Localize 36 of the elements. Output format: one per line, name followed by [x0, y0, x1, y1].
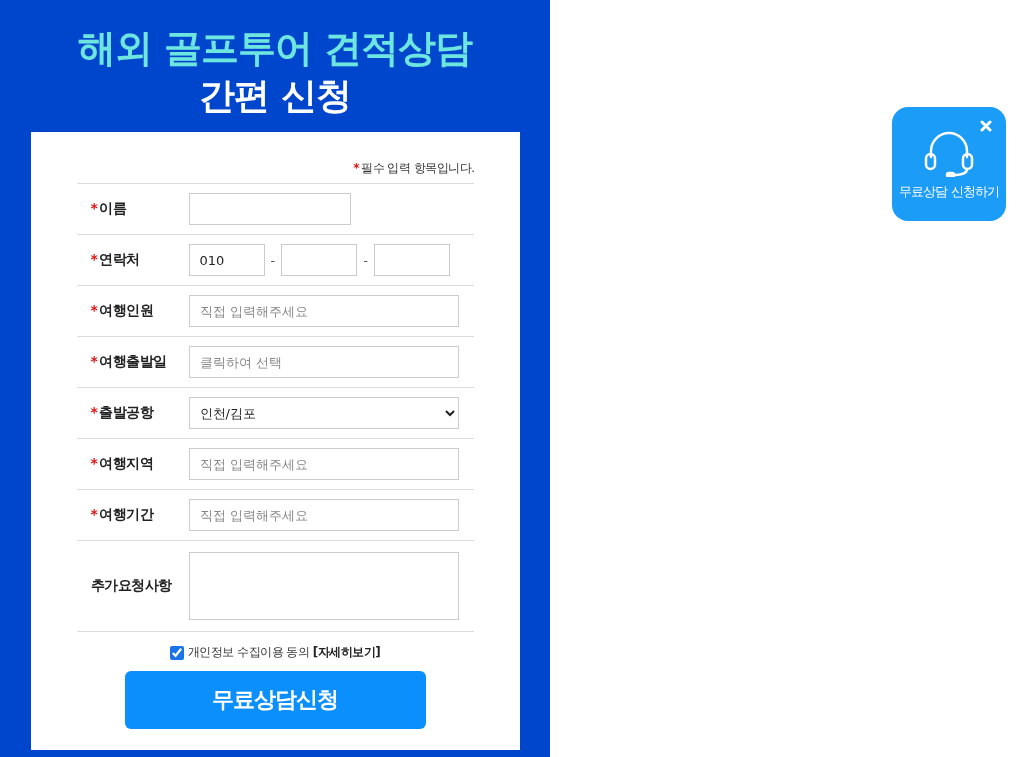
- dash-separator: -: [363, 252, 368, 268]
- dash-separator: -: [270, 252, 276, 268]
- required-mark: *: [353, 161, 360, 175]
- phone-input-field[interactable]: [281, 244, 358, 276]
- field-label: 여행지역: [99, 455, 154, 471]
- text-input-field[interactable]: 직접 입력해주세요: [188, 499, 459, 531]
- consent-checkbox[interactable]: [169, 645, 184, 660]
- field-label: 추가요청사항: [90, 577, 172, 593]
- form-title: 해외 골프투어 견적상담: [77, 25, 473, 72]
- required-mark: *: [90, 251, 98, 267]
- close-icon[interactable]: [980, 120, 992, 132]
- text-input-field[interactable]: 클릭하여 선택: [188, 346, 459, 378]
- field-label: 여행출발일: [99, 353, 167, 369]
- airport-select[interactable]: 인천/김포: [188, 397, 459, 429]
- required-mark: *: [90, 455, 98, 471]
- required-note: 필수 입력 항목입니다.: [361, 161, 475, 175]
- details-link[interactable]: [자세히보기]: [312, 645, 381, 659]
- widget-label: 무료상담 신청하기: [899, 183, 999, 201]
- required-mark: *: [90, 404, 98, 420]
- required-mark: *: [90, 353, 98, 369]
- request-textarea[interactable]: [188, 552, 459, 620]
- required-mark: *: [90, 200, 98, 216]
- phone-input-field[interactable]: 010: [188, 244, 265, 276]
- consent-text: 개인정보 수집이용 동의 [자세히보기]: [187, 644, 381, 661]
- text-input-field[interactable]: 직접 입력해주세요: [188, 295, 459, 327]
- field-label: 여행인원: [99, 302, 154, 318]
- phone-input-field[interactable]: [373, 244, 450, 276]
- required-mark: *: [90, 506, 98, 522]
- text-input-field[interactable]: 직접 입력해주세요: [188, 448, 459, 480]
- text-input-field[interactable]: [188, 193, 351, 225]
- form-subtitle: 간편 신청: [199, 74, 351, 118]
- field-label: 출발공항: [99, 404, 154, 420]
- field-label: 이름: [99, 200, 127, 216]
- required-mark: *: [90, 302, 98, 318]
- field-label: 연락처: [99, 251, 140, 267]
- field-label: 여행기간: [99, 506, 154, 522]
